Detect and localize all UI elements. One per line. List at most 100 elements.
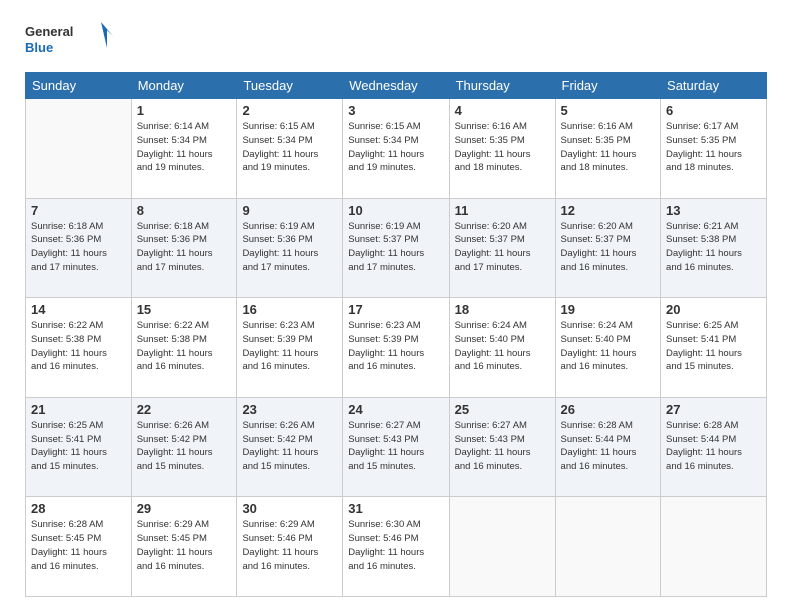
calendar-cell: 4 Sunrise: 6:16 AMSunset: 5:35 PMDaylight… bbox=[449, 99, 555, 199]
day-info: Sunrise: 6:22 AMSunset: 5:38 PMDaylight:… bbox=[31, 319, 126, 374]
day-number: 14 bbox=[31, 302, 126, 317]
day-info: Sunrise: 6:27 AMSunset: 5:43 PMDaylight:… bbox=[455, 419, 550, 474]
day-number: 17 bbox=[348, 302, 443, 317]
day-info: Sunrise: 6:28 AMSunset: 5:44 PMDaylight:… bbox=[666, 419, 761, 474]
calendar-cell: 23 Sunrise: 6:26 AMSunset: 5:42 PMDayligh… bbox=[237, 397, 343, 497]
calendar-cell: 12Sunrise: 6:20 AMSunset: 5:37 PMDayligh… bbox=[555, 198, 660, 298]
day-info: Sunrise: 6:16 AMSunset: 5:35 PMDaylight:… bbox=[455, 120, 550, 175]
calendar-cell: 27 Sunrise: 6:28 AMSunset: 5:44 PMDayligh… bbox=[661, 397, 767, 497]
page: General Blue SundayMondayTuesdayWednesda… bbox=[0, 0, 792, 612]
day-number: 15 bbox=[137, 302, 232, 317]
day-info: Sunrise: 6:29 AMSunset: 5:45 PMDaylight:… bbox=[137, 518, 232, 573]
day-number: 29 bbox=[137, 501, 232, 516]
day-info: Sunrise: 6:27 AMSunset: 5:43 PMDaylight:… bbox=[348, 419, 443, 474]
day-info: Sunrise: 6:25 AMSunset: 5:41 PMDaylight:… bbox=[666, 319, 761, 374]
weekday-friday: Friday bbox=[555, 73, 660, 99]
day-info: Sunrise: 6:18 AMSunset: 5:36 PMDaylight:… bbox=[31, 220, 126, 275]
day-number: 28 bbox=[31, 501, 126, 516]
day-number: 21 bbox=[31, 402, 126, 417]
calendar-cell: 26Sunrise: 6:28 AMSunset: 5:44 PMDayligh… bbox=[555, 397, 660, 497]
calendar-cell: 22 Sunrise: 6:26 AMSunset: 5:42 PMDayligh… bbox=[131, 397, 237, 497]
calendar-cell: 6 Sunrise: 6:17 AMSunset: 5:35 PMDaylight… bbox=[661, 99, 767, 199]
day-number: 23 bbox=[242, 402, 337, 417]
day-info: Sunrise: 6:20 AMSunset: 5:37 PMDaylight:… bbox=[455, 220, 550, 275]
day-info: Sunrise: 6:17 AMSunset: 5:35 PMDaylight:… bbox=[666, 120, 761, 175]
calendar-cell: 20 Sunrise: 6:25 AMSunset: 5:41 PMDayligh… bbox=[661, 298, 767, 398]
weekday-saturday: Saturday bbox=[661, 73, 767, 99]
svg-text:General: General bbox=[25, 24, 73, 39]
day-number: 27 bbox=[666, 402, 761, 417]
day-number: 31 bbox=[348, 501, 443, 516]
day-info: Sunrise: 6:19 AMSunset: 5:36 PMDaylight:… bbox=[242, 220, 337, 275]
day-number: 26 bbox=[561, 402, 655, 417]
day-number: 5 bbox=[561, 103, 655, 118]
logo-svg: General Blue bbox=[25, 20, 115, 60]
day-number: 8 bbox=[137, 203, 232, 218]
day-number: 9 bbox=[242, 203, 337, 218]
calendar-cell: 14 Sunrise: 6:22 AMSunset: 5:38 PMDayligh… bbox=[26, 298, 132, 398]
calendar-cell: 2 Sunrise: 6:15 AMSunset: 5:34 PMDaylight… bbox=[237, 99, 343, 199]
calendar-cell: 9 Sunrise: 6:19 AMSunset: 5:36 PMDaylight… bbox=[237, 198, 343, 298]
day-info: Sunrise: 6:21 AMSunset: 5:38 PMDaylight:… bbox=[666, 220, 761, 275]
day-info: Sunrise: 6:20 AMSunset: 5:37 PMDaylight:… bbox=[561, 220, 655, 275]
day-number: 20 bbox=[666, 302, 761, 317]
calendar-cell: 24 Sunrise: 6:27 AMSunset: 5:43 PMDayligh… bbox=[343, 397, 449, 497]
day-number: 1 bbox=[137, 103, 232, 118]
calendar-cell: 17Sunrise: 6:23 AMSunset: 5:39 PMDayligh… bbox=[343, 298, 449, 398]
calendar-cell bbox=[449, 497, 555, 597]
day-number: 4 bbox=[455, 103, 550, 118]
day-number: 6 bbox=[666, 103, 761, 118]
day-number: 10 bbox=[348, 203, 443, 218]
day-info: Sunrise: 6:15 AMSunset: 5:34 PMDaylight:… bbox=[242, 120, 337, 175]
day-number: 19 bbox=[561, 302, 655, 317]
calendar-cell bbox=[555, 497, 660, 597]
day-info: Sunrise: 6:22 AMSunset: 5:38 PMDaylight:… bbox=[137, 319, 232, 374]
day-number: 18 bbox=[455, 302, 550, 317]
calendar-cell: 1 Sunrise: 6:14 AMSunset: 5:34 PMDaylight… bbox=[131, 99, 237, 199]
calendar-cell: 3Sunrise: 6:15 AMSunset: 5:34 PMDaylight… bbox=[343, 99, 449, 199]
week-row-1: 1 Sunrise: 6:14 AMSunset: 5:34 PMDaylight… bbox=[26, 99, 767, 199]
week-row-5: 28 Sunrise: 6:28 AMSunset: 5:45 PMDayligh… bbox=[26, 497, 767, 597]
day-number: 30 bbox=[242, 501, 337, 516]
day-info: Sunrise: 6:26 AMSunset: 5:42 PMDaylight:… bbox=[137, 419, 232, 474]
day-number: 24 bbox=[348, 402, 443, 417]
weekday-tuesday: Tuesday bbox=[237, 73, 343, 99]
week-row-4: 21Sunrise: 6:25 AMSunset: 5:41 PMDayligh… bbox=[26, 397, 767, 497]
day-info: Sunrise: 6:24 AMSunset: 5:40 PMDaylight:… bbox=[561, 319, 655, 374]
calendar-cell: 19 Sunrise: 6:24 AMSunset: 5:40 PMDayligh… bbox=[555, 298, 660, 398]
week-row-3: 14 Sunrise: 6:22 AMSunset: 5:38 PMDayligh… bbox=[26, 298, 767, 398]
calendar-cell: 13Sunrise: 6:21 AMSunset: 5:38 PMDayligh… bbox=[661, 198, 767, 298]
calendar-cell: 11 Sunrise: 6:20 AMSunset: 5:37 PMDayligh… bbox=[449, 198, 555, 298]
calendar-cell: 25 Sunrise: 6:27 AMSunset: 5:43 PMDayligh… bbox=[449, 397, 555, 497]
calendar-cell bbox=[26, 99, 132, 199]
calendar-cell: 7 Sunrise: 6:18 AMSunset: 5:36 PMDaylight… bbox=[26, 198, 132, 298]
day-info: Sunrise: 6:28 AMSunset: 5:45 PMDaylight:… bbox=[31, 518, 126, 573]
day-info: Sunrise: 6:26 AMSunset: 5:42 PMDaylight:… bbox=[242, 419, 337, 474]
weekday-thursday: Thursday bbox=[449, 73, 555, 99]
week-row-2: 7 Sunrise: 6:18 AMSunset: 5:36 PMDaylight… bbox=[26, 198, 767, 298]
day-number: 22 bbox=[137, 402, 232, 417]
day-number: 11 bbox=[455, 203, 550, 218]
day-info: Sunrise: 6:24 AMSunset: 5:40 PMDaylight:… bbox=[455, 319, 550, 374]
calendar-cell: 5Sunrise: 6:16 AMSunset: 5:35 PMDaylight… bbox=[555, 99, 660, 199]
calendar-cell: 28 Sunrise: 6:28 AMSunset: 5:45 PMDayligh… bbox=[26, 497, 132, 597]
calendar-cell: 16 Sunrise: 6:23 AMSunset: 5:39 PMDayligh… bbox=[237, 298, 343, 398]
header: General Blue bbox=[25, 20, 767, 60]
weekday-header-row: SundayMondayTuesdayWednesdayThursdayFrid… bbox=[26, 73, 767, 99]
day-info: Sunrise: 6:23 AMSunset: 5:39 PMDaylight:… bbox=[242, 319, 337, 374]
day-number: 16 bbox=[242, 302, 337, 317]
day-number: 25 bbox=[455, 402, 550, 417]
calendar-cell: 15 Sunrise: 6:22 AMSunset: 5:38 PMDayligh… bbox=[131, 298, 237, 398]
day-number: 7 bbox=[31, 203, 126, 218]
weekday-monday: Monday bbox=[131, 73, 237, 99]
logo: General Blue bbox=[25, 20, 115, 60]
day-info: Sunrise: 6:18 AMSunset: 5:36 PMDaylight:… bbox=[137, 220, 232, 275]
calendar-table: SundayMondayTuesdayWednesdayThursdayFrid… bbox=[25, 72, 767, 597]
calendar-cell: 18 Sunrise: 6:24 AMSunset: 5:40 PMDayligh… bbox=[449, 298, 555, 398]
calendar-cell: 8 Sunrise: 6:18 AMSunset: 5:36 PMDaylight… bbox=[131, 198, 237, 298]
calendar-cell: 10 Sunrise: 6:19 AMSunset: 5:37 PMDayligh… bbox=[343, 198, 449, 298]
weekday-wednesday: Wednesday bbox=[343, 73, 449, 99]
day-info: Sunrise: 6:19 AMSunset: 5:37 PMDaylight:… bbox=[348, 220, 443, 275]
day-info: Sunrise: 6:14 AMSunset: 5:34 PMDaylight:… bbox=[137, 120, 232, 175]
day-number: 2 bbox=[242, 103, 337, 118]
